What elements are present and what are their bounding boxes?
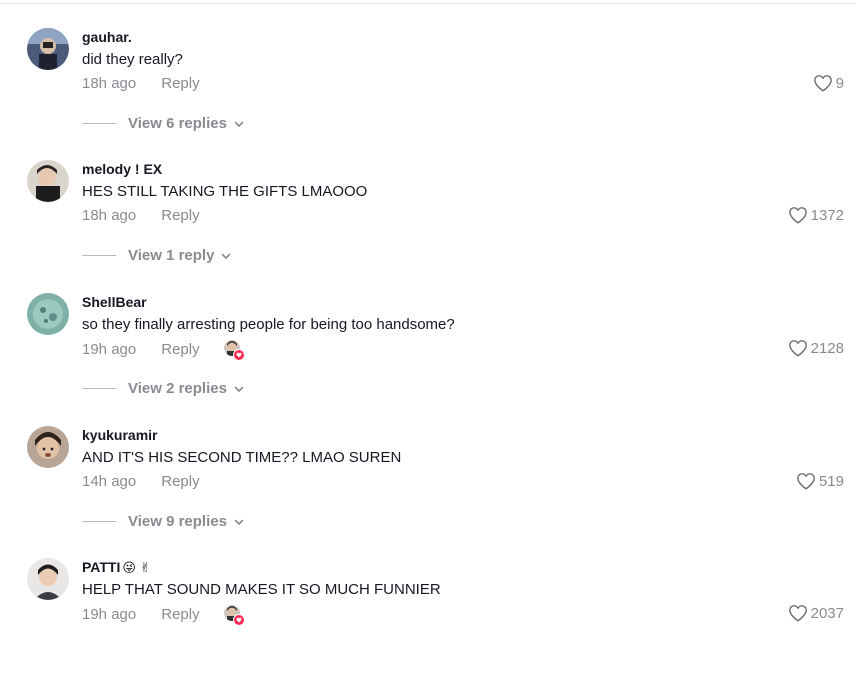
like-count: 2128 [810,339,844,357]
username[interactable]: kyukuramir [82,427,157,443]
replies-divider-line [82,255,116,256]
username-text: kyukuramir [82,427,158,443]
timestamp: 14h ago [82,473,137,490]
like-count: 9 [835,74,844,92]
heart-outline-icon [813,75,832,92]
heart-outline-icon [788,605,807,622]
heart-outline-icon [788,207,807,224]
comment-item: ShellBear so they finally arresting peop… [0,293,856,425]
creator-liked-badge [223,605,245,626]
chevron-down-icon [234,519,244,525]
comment-text: so they finally arresting people for bei… [82,316,455,333]
timestamp: 19h ago [82,340,137,358]
like-button[interactable]: 1372 [788,206,844,224]
avatar[interactable] [27,28,69,70]
chevron-down-icon [222,253,231,259]
view-replies-button[interactable]: View 6 replies [82,115,245,132]
comment-text: did they really? [82,51,183,68]
comment-meta: 18h ago Reply [82,207,200,224]
comment-meta: 14h ago Reply [82,473,200,490]
avatar[interactable] [27,426,69,468]
username-text: PATTI [82,559,121,575]
view-replies-label: View 6 replies [128,115,227,132]
view-replies-label: View 2 replies [128,380,227,397]
comment-meta: 19h ago Reply [82,340,245,361]
replies-divider-line [82,123,116,124]
comment-meta: 18h ago Reply [82,75,200,92]
comment-item: kyukuramir AND IT'S HIS SECOND TIME?? LM… [0,426,856,558]
replies-divider-line [82,388,116,389]
username-text: ShellBear [82,294,147,310]
chevron-down-icon [234,386,244,392]
reply-button[interactable]: Reply [161,207,199,224]
comment-item: melody ! EX HES STILL TAKING THE GIFTS L… [0,160,856,292]
username-emoji: 😜 ✌ [122,561,151,576]
view-replies-label: View 9 replies [128,513,227,530]
avatar[interactable] [27,558,69,600]
comment-text: AND IT'S HIS SECOND TIME?? LMAO SUREN [82,449,402,466]
avatar[interactable] [27,293,69,335]
reply-button[interactable]: Reply [161,75,199,92]
view-replies-button[interactable]: View 2 replies [82,380,245,397]
like-button[interactable]: 519 [796,472,844,490]
username[interactable]: gauhar. [82,29,132,45]
like-button[interactable]: 9 [813,74,844,92]
timestamp: 19h ago [82,605,137,623]
like-button[interactable]: 2037 [788,604,844,622]
username-text: melody ! EX [82,161,163,177]
view-replies-button[interactable]: View 9 replies [82,513,245,530]
username-text: gauhar. [82,29,132,45]
comment-meta: 19h ago Reply [82,605,245,626]
username[interactable]: PATTI 😜 ✌ [82,559,151,576]
like-count: 1372 [810,206,844,224]
reply-button[interactable]: Reply [161,606,199,623]
comment-item: PATTI 😜 ✌ HELP THAT SOUND MAKES IT SO MUC… [0,558,856,690]
timestamp: 18h ago [82,75,137,92]
like-count: 519 [818,472,844,490]
top-divider [0,3,856,4]
comment-text: HES STILL TAKING THE GIFTS LMAOOO [82,183,368,200]
comment-item: gauhar. did they really? 18h ago Reply 9… [0,28,856,160]
view-replies-label: View 1 reply [128,247,215,264]
heart-filled-icon [232,349,245,361]
view-replies-button[interactable]: View 1 reply [82,247,232,264]
replies-divider-line [82,521,116,522]
username[interactable]: melody ! EX [82,161,162,177]
like-count: 2037 [810,604,844,622]
heart-filled-icon [232,614,245,626]
like-button[interactable]: 2128 [788,339,844,357]
comment-text: HELP THAT SOUND MAKES IT SO MUCH FUNNIER [82,581,441,598]
username[interactable]: ShellBear [82,294,147,310]
heart-outline-icon [788,340,807,357]
timestamp: 18h ago [82,207,137,224]
chevron-down-icon [234,121,244,127]
reply-button[interactable]: Reply [161,341,199,358]
reply-button[interactable]: Reply [161,473,199,490]
creator-liked-badge [223,340,245,361]
avatar[interactable] [27,160,69,202]
heart-outline-icon [797,473,815,490]
